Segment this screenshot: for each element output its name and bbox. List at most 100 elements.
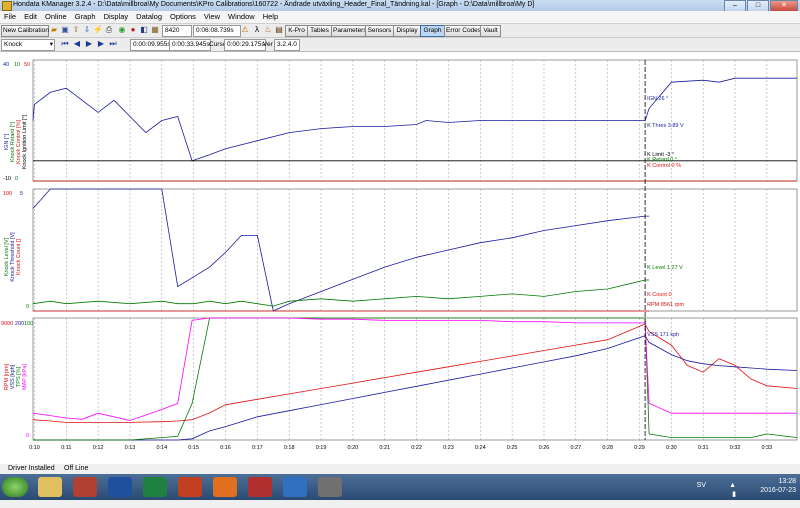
explorer-icon[interactable] bbox=[38, 477, 62, 497]
tick-vss-max: 200 bbox=[15, 321, 24, 327]
version-label: Ver bbox=[263, 41, 273, 48]
tick-thres-max: 5 bbox=[20, 191, 23, 197]
channel-dropdown[interactable]: Knock ▾ bbox=[1, 39, 55, 51]
menu-display[interactable]: Display bbox=[100, 11, 133, 23]
tab-graph[interactable]: Graph bbox=[420, 25, 445, 37]
warning-icon[interactable]: ⚠ bbox=[240, 25, 250, 35]
axis-label-knock-count: Knock Count [] bbox=[16, 238, 22, 275]
open-folder-icon[interactable]: ▰ bbox=[49, 25, 59, 35]
menu-view[interactable]: View bbox=[200, 11, 224, 23]
x-tick-label: 0:21 bbox=[379, 445, 390, 451]
print-icon[interactable]: ⎙ bbox=[104, 25, 114, 35]
x-tick-label: 0:22 bbox=[411, 445, 422, 451]
menu-help[interactable]: Help bbox=[259, 11, 282, 23]
clock-time[interactable]: 13:28 bbox=[760, 477, 796, 486]
last-icon[interactable]: ⏭ bbox=[108, 39, 118, 49]
tick-retard-min: 0 bbox=[15, 176, 18, 182]
network-icon[interactable]: ▲ ▮ ◐ bbox=[729, 481, 736, 508]
legend-label: K Count 0 bbox=[647, 292, 671, 298]
system-tray: SV ▲ ▮ ◐ 13:28 2016-07-23 bbox=[697, 477, 796, 507]
clock-date[interactable]: 2016-07-23 bbox=[760, 486, 796, 495]
x-tick-label: 0:10 bbox=[29, 445, 40, 451]
new-calibration-button[interactable]: New Calibration bbox=[1, 25, 49, 37]
x-tick-label: 0:32 bbox=[730, 445, 741, 451]
x-tick-label: 0:14 bbox=[156, 445, 167, 451]
tick-rpm-max: 9000 bbox=[1, 321, 13, 327]
menu-bar: File Edit Online Graph Display Datalog O… bbox=[0, 11, 800, 24]
taskbar: SV ▲ ▮ ◐ 13:28 2016-07-23 bbox=[0, 474, 800, 507]
tick-level-min: 0 bbox=[26, 304, 29, 310]
powerpoint-icon[interactable] bbox=[178, 477, 202, 497]
x-tick-label: 0:15 bbox=[188, 445, 199, 451]
excel-icon[interactable] bbox=[143, 477, 167, 497]
datalog-icon[interactable]: ◉ bbox=[117, 25, 127, 35]
x-tick-label: 0:33 bbox=[762, 445, 773, 451]
menu-file[interactable]: File bbox=[0, 11, 20, 23]
tick-limit-min: -10 bbox=[3, 176, 11, 182]
tab-sensors[interactable]: Sensors bbox=[365, 25, 394, 37]
start-time-field: 0:00:09.955s bbox=[130, 39, 172, 51]
next-icon[interactable]: ▶ bbox=[96, 39, 106, 49]
tab-vault[interactable]: Vault bbox=[480, 25, 501, 37]
x-tick-label: 0:27 bbox=[570, 445, 581, 451]
tick-control-max: 50 bbox=[24, 62, 30, 68]
x-tick-label: 0:20 bbox=[348, 445, 359, 451]
previous-icon[interactable]: ◀ bbox=[72, 39, 82, 49]
tick-tps-max: 100 bbox=[24, 321, 33, 327]
bottom-panel-axis-labels: RPM [rpm] VSS [kph] TPS [%] MAP [kPa] 90… bbox=[1, 321, 33, 439]
first-icon[interactable]: ⏮ bbox=[60, 39, 70, 49]
fire-icon[interactable]: ♨ bbox=[263, 25, 273, 35]
x-axis-ticks: 0:10 0:11 0:12 0:13 0:14 0:15 0:16 0:17 0:18 0:19… bbox=[29, 445, 772, 451]
x-tick-label: 0:29 bbox=[634, 445, 645, 451]
tab-tables[interactable]: Tables bbox=[307, 25, 332, 37]
kmanager-icon[interactable] bbox=[248, 477, 272, 497]
connection-status: Off Line bbox=[64, 465, 89, 472]
remote-icon[interactable] bbox=[283, 477, 307, 497]
graph-toolbar: Knock ▾ ⏮ ◀ ▶ ▶ ⏭ 0:00:09.955s 0:00:33.9… bbox=[0, 38, 800, 52]
language-indicator[interactable]: SV bbox=[697, 481, 706, 490]
meter-icon[interactable]: ◧ bbox=[139, 25, 149, 35]
middle-panel-axis-labels: Knock Level [V] Knock Threshold [V] Knoc… bbox=[3, 191, 29, 310]
window-title: Hondata KManager 3.2.4 - D:\Data\millbro… bbox=[13, 1, 535, 8]
top-panel-frame bbox=[32, 59, 798, 182]
word-icon[interactable] bbox=[108, 477, 132, 497]
upload-icon[interactable]: ⇪ bbox=[71, 25, 81, 35]
outlook-icon[interactable] bbox=[73, 477, 97, 497]
menu-window[interactable]: Window bbox=[224, 11, 259, 23]
firefox-icon[interactable] bbox=[213, 477, 237, 497]
legend-label: K Level 1.27 V bbox=[647, 265, 683, 271]
main-toolbar: New Calibration ▰ ▣ ⇪ ⇩ ⚡ ⎙ ◉ ● ◧ ▦ 8420… bbox=[0, 24, 800, 38]
download-icon[interactable]: ⇩ bbox=[82, 25, 92, 35]
legend-label: RPM 8561 rpm bbox=[647, 302, 684, 308]
x-tick-label: 0:26 bbox=[539, 445, 550, 451]
tab-display[interactable]: Display bbox=[393, 25, 421, 37]
save-icon[interactable]: ▣ bbox=[60, 25, 70, 35]
chip-icon[interactable]: ▤ bbox=[274, 25, 284, 35]
app-icon bbox=[2, 1, 12, 11]
graph-area[interactable]: IGN [°] Knock Retard [°] Knock Control [… bbox=[0, 52, 800, 464]
x-tick-label: 0:28 bbox=[602, 445, 613, 451]
x-tick-label: 0:25 bbox=[507, 445, 518, 451]
play-icon[interactable]: ▶ bbox=[84, 39, 94, 49]
tab-parameters[interactable]: Parameters bbox=[331, 25, 367, 37]
record-icon[interactable]: ● bbox=[128, 25, 138, 35]
menu-graph[interactable]: Graph bbox=[71, 11, 100, 23]
lambda-icon[interactable]: λ bbox=[252, 25, 262, 35]
status-bar: Driver Installed Off Line bbox=[0, 464, 800, 474]
graph-svg[interactable]: IGN [°] Knock Retard [°] Knock Control [… bbox=[0, 52, 800, 464]
menu-options[interactable]: Options bbox=[166, 11, 200, 23]
sample-count-field: 8420 bbox=[162, 25, 192, 37]
tab-kpro[interactable]: K-Pro bbox=[285, 25, 308, 37]
legend-label: VSS 171 kph bbox=[647, 332, 679, 338]
tool-icon[interactable] bbox=[318, 477, 342, 497]
x-tick-label: 0:23 bbox=[443, 445, 454, 451]
tab-error-codes[interactable]: Error Codes bbox=[444, 25, 481, 37]
x-tick-label: 0:24 bbox=[475, 445, 486, 451]
legend-label: K Thres 3.89 V bbox=[647, 123, 684, 129]
start-button[interactable] bbox=[2, 477, 28, 497]
menu-datalog[interactable]: Datalog bbox=[132, 11, 166, 23]
table-icon[interactable]: ▦ bbox=[150, 25, 160, 35]
menu-online[interactable]: Online bbox=[41, 11, 71, 23]
menu-edit[interactable]: Edit bbox=[20, 11, 41, 23]
connect-icon[interactable]: ⚡ bbox=[93, 25, 103, 35]
